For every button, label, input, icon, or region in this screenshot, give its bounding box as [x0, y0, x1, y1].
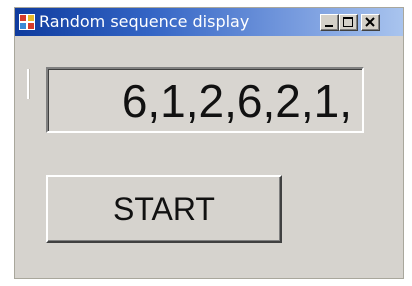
- close-icon: [365, 17, 375, 27]
- client-area: 6,1,2,6,2,1, START: [15, 36, 403, 278]
- window-title: Random sequence display: [39, 12, 250, 31]
- sequence-text: 6,1,2,6,2,1,: [121, 75, 352, 127]
- start-button[interactable]: START: [46, 175, 282, 243]
- close-button[interactable]: [361, 14, 380, 31]
- app-icon-cell: [19, 22, 27, 30]
- maximize-icon: [343, 17, 353, 27]
- maximize-button[interactable]: [339, 14, 358, 31]
- text-caret: [27, 69, 30, 99]
- app-icon-cell: [19, 14, 27, 22]
- app-icon-cell: [27, 22, 35, 30]
- app-icon-cell: [27, 14, 35, 22]
- sequence-display: 6,1,2,6,2,1,: [46, 67, 364, 133]
- title-bar[interactable]: Random sequence display: [15, 8, 403, 36]
- minimize-button[interactable]: [320, 14, 339, 31]
- minimize-icon: [325, 25, 333, 27]
- app-grid-icon[interactable]: [19, 14, 35, 30]
- app-window: Random sequence display 6,1,2,6,2,1, STA…: [14, 7, 404, 279]
